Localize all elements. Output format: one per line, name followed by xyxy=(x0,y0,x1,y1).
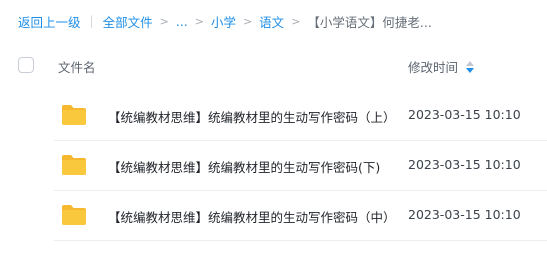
column-header-modified-time[interactable]: 修改时间 xyxy=(408,57,475,76)
table-row[interactable]: 【统编教材思维】统编教材里的生动写作密码（中） 2023-03-15 10:10 xyxy=(54,191,547,241)
chevron-right-icon: > xyxy=(242,14,253,28)
column-header-modified-time-label: 修改时间 xyxy=(408,60,459,75)
table-row[interactable]: 【统编教材思维】统编教材里的生动写作密码(下) 2023-03-15 10:10 xyxy=(54,141,547,191)
table-row[interactable]: 【统编教材思维】统编教材里的生动写作密码（上） 2023-03-15 10:10 xyxy=(54,91,547,141)
sort-icon[interactable] xyxy=(466,60,475,73)
file-name[interactable]: 【统编教材思维】统编教材里的生动写作密码(下) xyxy=(108,157,380,176)
folder-icon xyxy=(62,155,86,175)
chevron-right-icon: > xyxy=(291,14,301,28)
breadcrumb-ellipsis[interactable]: ... xyxy=(176,14,188,29)
breadcrumb-primary[interactable]: 小学 xyxy=(211,12,236,31)
modified-time: 2023-03-15 10:10 xyxy=(408,157,521,172)
folder-icon xyxy=(62,205,86,225)
breadcrumb-divider: | xyxy=(89,14,94,28)
select-all-checkbox[interactable] xyxy=(18,57,34,73)
modified-time: 2023-03-15 10:10 xyxy=(408,107,521,122)
back-link[interactable]: 返回上一级 xyxy=(18,12,81,31)
file-name[interactable]: 【统编教材思维】统编教材里的生动写作密码（上） xyxy=(108,107,396,126)
breadcrumb-chinese[interactable]: 语文 xyxy=(259,12,284,31)
breadcrumb-current: 【小学语文】何捷老... xyxy=(307,14,432,30)
file-name[interactable]: 【统编教材思维】统编教材里的生动写作密码（中） xyxy=(108,207,396,226)
breadcrumb: 返回上一级 | 全部文件 > ... > 小学 > 语文 > 【小学语文】何捷老… xyxy=(18,11,432,31)
chevron-right-icon: > xyxy=(159,14,169,28)
folder-icon xyxy=(62,105,86,125)
chevron-right-icon: > xyxy=(194,14,204,28)
breadcrumb-all-files[interactable]: 全部文件 xyxy=(103,12,153,31)
table-header: 文件名 修改时间 xyxy=(0,45,547,87)
column-header-name[interactable]: 文件名 xyxy=(58,57,96,76)
modified-time: 2023-03-15 10:10 xyxy=(408,207,521,222)
